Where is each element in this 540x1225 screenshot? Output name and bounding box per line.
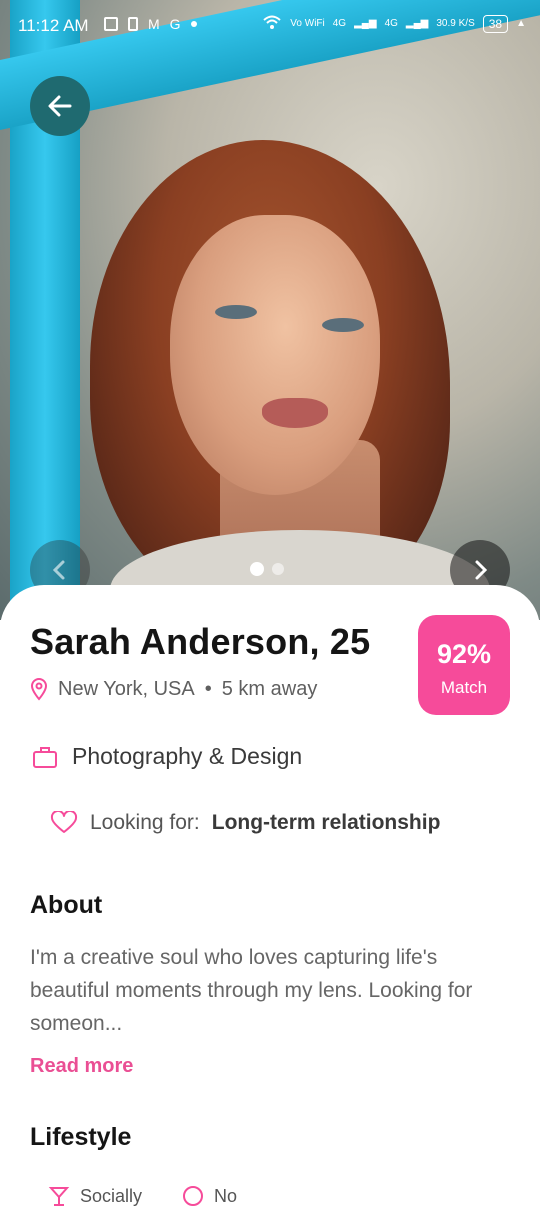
photo-pager: [250, 562, 284, 576]
system-icons: Vo WiFi 4G ▂▄▆ 4G ▂▄▆ 30.9 K/S 38 ▲: [262, 14, 526, 33]
wifi-icon: [262, 14, 282, 33]
location-text: New York, USA: [58, 677, 195, 700]
lifestyle-chip-label: Socially: [80, 1185, 143, 1206]
smoking-icon: [183, 1186, 204, 1206]
match-badge: 92% Match: [418, 615, 510, 715]
alert-icon: ▲: [516, 18, 526, 29]
lifestyle-heading: Lifestyle: [30, 1123, 132, 1151]
read-more-link[interactable]: Read more: [30, 1055, 133, 1078]
profile-card: Sarah Anderson, 25 New York, USA • 5 km …: [0, 585, 540, 1225]
gmail-icon: M: [148, 16, 160, 32]
network-4g-2: 4G: [384, 18, 398, 29]
lifestyle-chip-smoking: No: [182, 1185, 237, 1207]
signal-icon-2: ▂▄▆: [405, 18, 429, 29]
looking-for-value: Long-term relationship: [211, 811, 441, 834]
glass-icon: [48, 1187, 70, 1206]
status-bar: 11:12 AM M G Vo WiFi 4G ▂▄▆ 4G ▂▄▆ 30.9 …: [0, 0, 540, 56]
back-button[interactable]: [30, 76, 90, 136]
separator-dot: •: [204, 677, 212, 700]
arrow-left-icon: [48, 95, 72, 117]
notification-icons: M G: [104, 16, 197, 32]
network-4g-1: 4G: [332, 18, 347, 29]
chevron-left-icon: [52, 560, 65, 580]
pager-dot-2[interactable]: [272, 563, 284, 575]
briefcase-icon: [33, 746, 57, 768]
chevron-right-icon: [475, 560, 488, 580]
photo-face: [170, 215, 380, 495]
location-row: New York, USA • 5 km away: [30, 677, 317, 701]
vowifi-label: Vo WiFi: [290, 18, 325, 29]
about-heading: About: [30, 891, 103, 919]
looking-for-label: Looking for:: [90, 811, 200, 834]
looking-for-row: Looking for: Long-term relationship: [50, 811, 440, 835]
lifestyle-chip-drinking: Socially: [48, 1185, 142, 1207]
about-text: I'm a creative soul who loves capturing …: [30, 946, 473, 1035]
photo-eye-right: [322, 318, 364, 332]
lifestyle-chips: Socially No: [48, 1185, 237, 1207]
signal-icon-1: ▂▄▆: [354, 18, 377, 29]
occupation-row: Photography & Design: [32, 743, 302, 770]
photo-lips: [262, 398, 328, 428]
notification-sim-icon: [128, 17, 138, 31]
profile-name: Sarah Anderson, 25: [30, 621, 371, 662]
app-g-icon: G: [169, 16, 181, 32]
location-pin-icon: [30, 678, 48, 701]
status-time: 11:12 AM: [18, 16, 89, 35]
pager-dot-1[interactable]: [250, 562, 264, 576]
match-percent: 92%: [436, 639, 492, 669]
distance-text: 5 km away: [221, 677, 318, 700]
more-notifications-icon: [190, 21, 197, 27]
notification-app-icon: [104, 17, 118, 31]
match-label: Match: [440, 678, 488, 697]
occupation-text: Photography & Design: [72, 743, 303, 769]
photo-eye-left: [215, 305, 257, 319]
data-speed: 30.9 K/S: [436, 18, 475, 29]
battery-icon: 38: [482, 14, 509, 33]
lifestyle-chip-label: No: [214, 1185, 238, 1206]
heart-icon: [50, 811, 78, 833]
